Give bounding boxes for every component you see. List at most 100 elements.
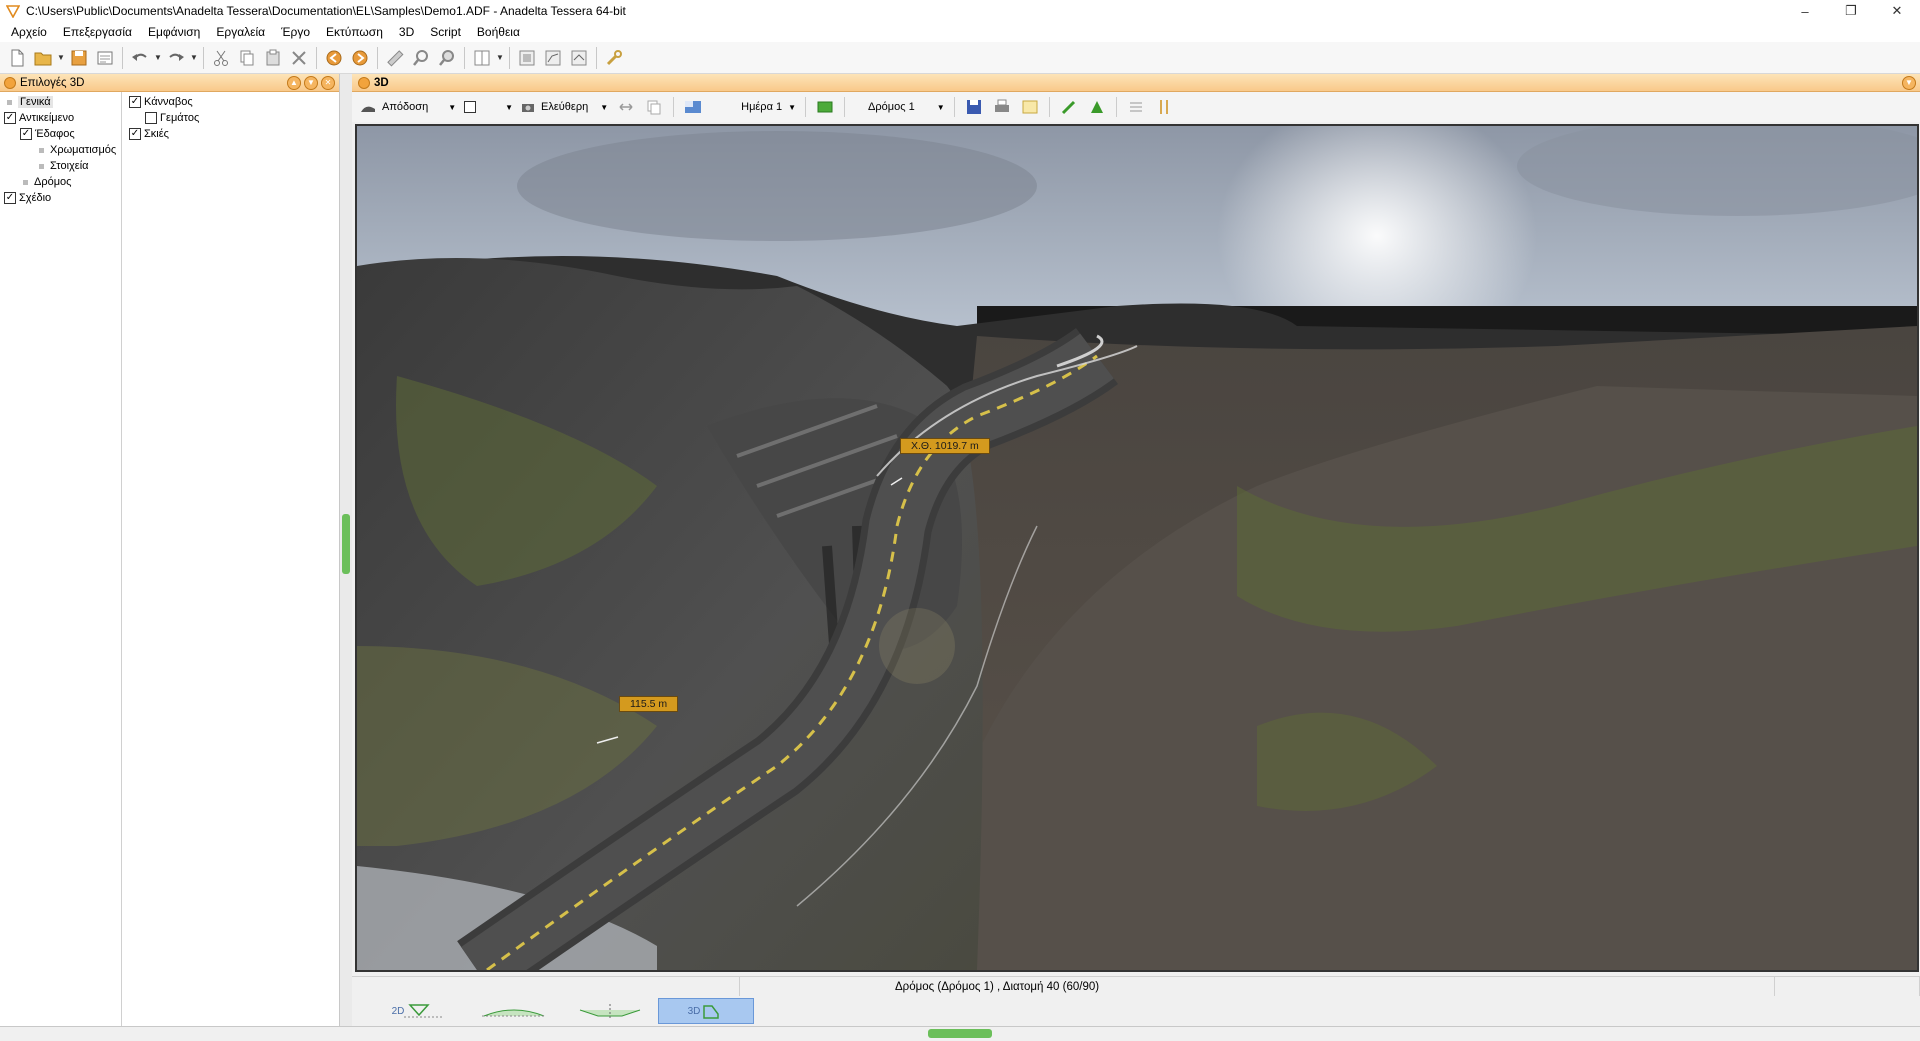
3d-viewport[interactable]: Χ.Θ. 1019.7 m 115.5 m bbox=[355, 124, 1919, 972]
undo-dropdown[interactable]: ▼ bbox=[153, 45, 163, 71]
open-recent-dropdown[interactable]: ▼ bbox=[56, 45, 66, 71]
close-panel-icon[interactable]: ✕ bbox=[321, 75, 335, 90]
chainage-end-label[interactable]: Χ.Θ. 1019.7 m bbox=[900, 438, 990, 454]
panel-title: Επιλογές 3D bbox=[20, 76, 85, 89]
toolbar-separator bbox=[596, 46, 597, 69]
collapse-icon[interactable] bbox=[4, 76, 16, 89]
checkbox[interactable]: ✓ bbox=[4, 192, 16, 204]
minimize-icon[interactable]: – bbox=[1782, 0, 1828, 22]
new-file-button[interactable] bbox=[4, 45, 30, 71]
panel-splitter[interactable] bbox=[340, 74, 352, 1026]
layout-icon bbox=[474, 50, 490, 65]
close-icon[interactable]: ✕ bbox=[1874, 0, 1920, 22]
fly-path-button[interactable] bbox=[1087, 97, 1107, 117]
checkbox[interactable]: ✓ bbox=[20, 128, 32, 140]
toolbar-separator bbox=[805, 97, 807, 117]
paste-button[interactable] bbox=[260, 45, 286, 71]
view-status-bar: Δρόμος (Δρόμος 1) , Διατομή 40 (60/90) bbox=[352, 976, 1920, 997]
view-header: 3D ▼ bbox=[352, 74, 1920, 92]
settings-button[interactable] bbox=[601, 45, 627, 71]
properties-button[interactable] bbox=[92, 45, 118, 71]
new-file-icon bbox=[11, 49, 24, 66]
3d-view-icon bbox=[703, 1005, 720, 1019]
tab-2d-plan[interactable]: 2D bbox=[370, 998, 466, 1024]
tree-item-terrain[interactable]: ✓ Έδαφος bbox=[20, 126, 75, 142]
collapse-icon[interactable] bbox=[358, 76, 370, 89]
chainage-start-label[interactable]: 115.5 m bbox=[619, 696, 679, 712]
grid-toggle-button[interactable] bbox=[1126, 97, 1146, 117]
section-view-button[interactable] bbox=[566, 45, 592, 71]
draw-path-button[interactable] bbox=[1059, 97, 1079, 117]
bullet-icon bbox=[23, 179, 28, 185]
open-file-button[interactable] bbox=[30, 45, 56, 71]
menu-edit[interactable]: Επεξεργασία bbox=[63, 25, 132, 39]
tree-item-object[interactable]: ✓ Αντικείμενο bbox=[4, 110, 74, 126]
option-grid[interactable]: ✓ Κάνναβος bbox=[129, 94, 193, 110]
layout-dropdown[interactable]: ▼ bbox=[495, 45, 505, 71]
splitter-grip[interactable] bbox=[342, 514, 350, 574]
tab-3d[interactable]: 3D bbox=[658, 998, 754, 1024]
zoom-extents-button[interactable] bbox=[434, 45, 460, 71]
print-view-button[interactable] bbox=[992, 97, 1012, 117]
delete-button[interactable] bbox=[286, 45, 312, 71]
bottom-splitter-grip[interactable] bbox=[928, 1029, 992, 1038]
menu-view[interactable]: Εμφάνιση bbox=[148, 25, 200, 39]
layout-button[interactable] bbox=[469, 45, 495, 71]
checkbox[interactable] bbox=[145, 112, 157, 124]
chevron-down-icon[interactable]: ▼ bbox=[1902, 75, 1916, 90]
forward-button[interactable] bbox=[347, 45, 373, 71]
swap-arrows-button[interactable] bbox=[616, 97, 636, 117]
profile-view-button[interactable] bbox=[540, 45, 566, 71]
back-button[interactable] bbox=[321, 45, 347, 71]
menu-file[interactable]: Αρχείο bbox=[11, 25, 47, 39]
menu-help[interactable]: Βοήθεια bbox=[477, 25, 520, 39]
section-toggle-button[interactable] bbox=[1154, 97, 1174, 117]
status-cell bbox=[1774, 976, 1920, 997]
zoom-extents-icon bbox=[439, 49, 454, 66]
save-view-button[interactable] bbox=[964, 97, 984, 117]
save-button[interactable] bbox=[66, 45, 92, 71]
view-title: 3D bbox=[374, 76, 389, 89]
restore-icon[interactable]: ❐ bbox=[1828, 0, 1874, 22]
square-icon bbox=[464, 101, 477, 113]
road-combo[interactable]: Δρόμος 1 ▼ bbox=[864, 96, 949, 118]
option-filled[interactable]: Γεμάτος bbox=[145, 110, 199, 126]
menu-tools[interactable]: Εργαλεία bbox=[216, 25, 265, 39]
checkbox[interactable]: ✓ bbox=[4, 112, 16, 124]
redo-dropdown[interactable]: ▼ bbox=[189, 45, 199, 71]
cut-button[interactable] bbox=[208, 45, 234, 71]
tree-item-general[interactable]: Γενικά bbox=[4, 94, 53, 110]
chevron-up-icon[interactable]: ▲ bbox=[287, 75, 301, 90]
copy-button[interactable] bbox=[234, 45, 260, 71]
export-image-button[interactable] bbox=[1020, 97, 1040, 117]
tree-item-drawing[interactable]: ✓ Σχέδιο bbox=[4, 190, 51, 206]
folder-open-icon bbox=[34, 52, 52, 65]
layer-button[interactable] bbox=[815, 97, 835, 117]
tab-cross-section[interactable] bbox=[562, 998, 658, 1024]
camera-mode-combo[interactable]: Ελεύθερη ▼ bbox=[517, 96, 612, 118]
chevron-down-icon[interactable]: ▼ bbox=[304, 75, 318, 90]
sky-button[interactable] bbox=[683, 97, 703, 117]
plan-view-button[interactable] bbox=[514, 45, 540, 71]
tree-item-road[interactable]: Δρόμος bbox=[20, 174, 71, 190]
redo-button[interactable] bbox=[163, 45, 189, 71]
tree-item-elements[interactable]: Στοιχεία bbox=[36, 158, 89, 174]
checkbox[interactable]: ✓ bbox=[129, 96, 141, 108]
option-shadows[interactable]: ✓ Σκιές bbox=[129, 126, 169, 142]
tab-profile[interactable] bbox=[466, 998, 562, 1024]
checkbox[interactable]: ✓ bbox=[129, 128, 141, 140]
menu-script[interactable]: Script bbox=[430, 25, 461, 39]
shading-combo[interactable]: ▼ bbox=[460, 96, 517, 118]
menu-print[interactable]: Εκτύπωση bbox=[326, 25, 383, 39]
render-mode-combo[interactable]: Απόδοση ▼ bbox=[356, 96, 460, 118]
menu-project[interactable]: Έργο bbox=[281, 25, 310, 39]
day-combo[interactable]: Ημέρα 1 ▼ bbox=[737, 96, 800, 118]
zoom-button[interactable] bbox=[408, 45, 434, 71]
camera-icon bbox=[522, 104, 535, 112]
menu-3d[interactable]: 3D bbox=[399, 25, 414, 39]
copy-view-button[interactable] bbox=[644, 97, 664, 117]
undo-button[interactable] bbox=[127, 45, 153, 71]
bullet-icon bbox=[39, 163, 44, 169]
tree-item-coloring[interactable]: Χρωματισμός bbox=[36, 142, 116, 158]
measure-button[interactable] bbox=[382, 45, 408, 71]
